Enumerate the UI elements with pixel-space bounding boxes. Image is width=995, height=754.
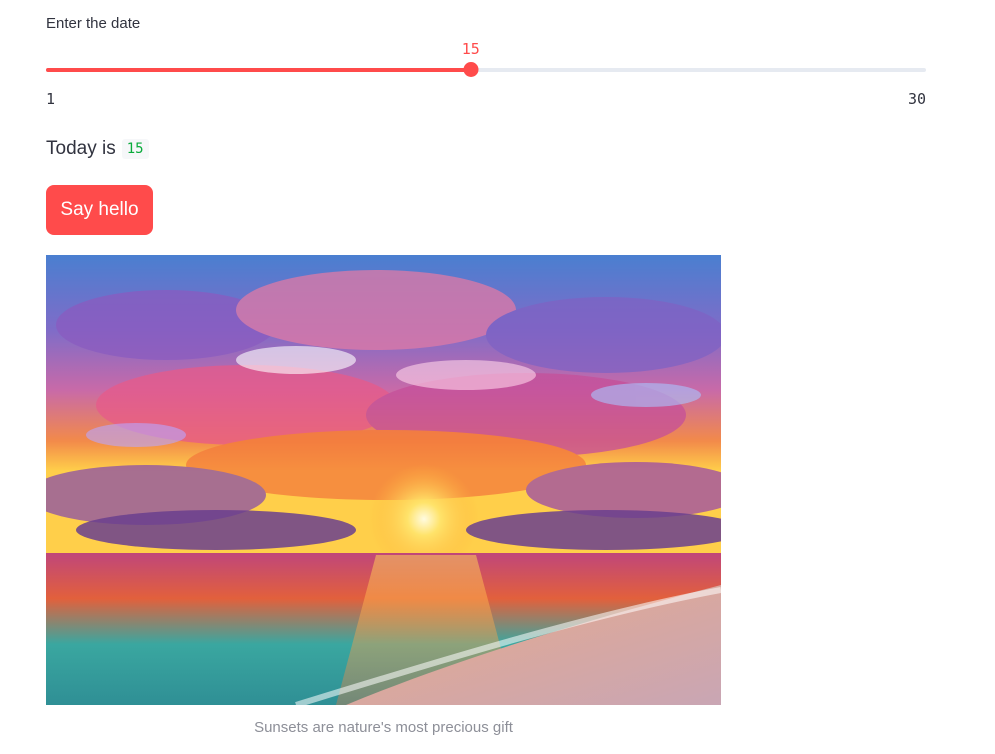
slider-max-label: 30 (907, 90, 926, 108)
today-text: Today is 15 (46, 138, 149, 160)
sunset-illustration (46, 255, 721, 705)
slider-current-value: 15 (461, 40, 480, 58)
slider-track[interactable] (46, 68, 926, 72)
sunset-image (46, 255, 721, 705)
today-value-code: 15 (121, 139, 149, 159)
slider-min-label: 1 (46, 90, 56, 108)
slider-thumb[interactable] (463, 62, 479, 77)
slider-fill (46, 68, 471, 72)
image-caption: Sunsets are nature's most precious gift (254, 719, 513, 736)
say-hello-button[interactable]: Say hello (46, 185, 153, 235)
slider-label: Enter the date (46, 15, 141, 32)
today-prefix: Today is (46, 138, 116, 159)
app-root: Enter the date 15 1 30 Today is 15 Say h… (0, 0, 995, 754)
